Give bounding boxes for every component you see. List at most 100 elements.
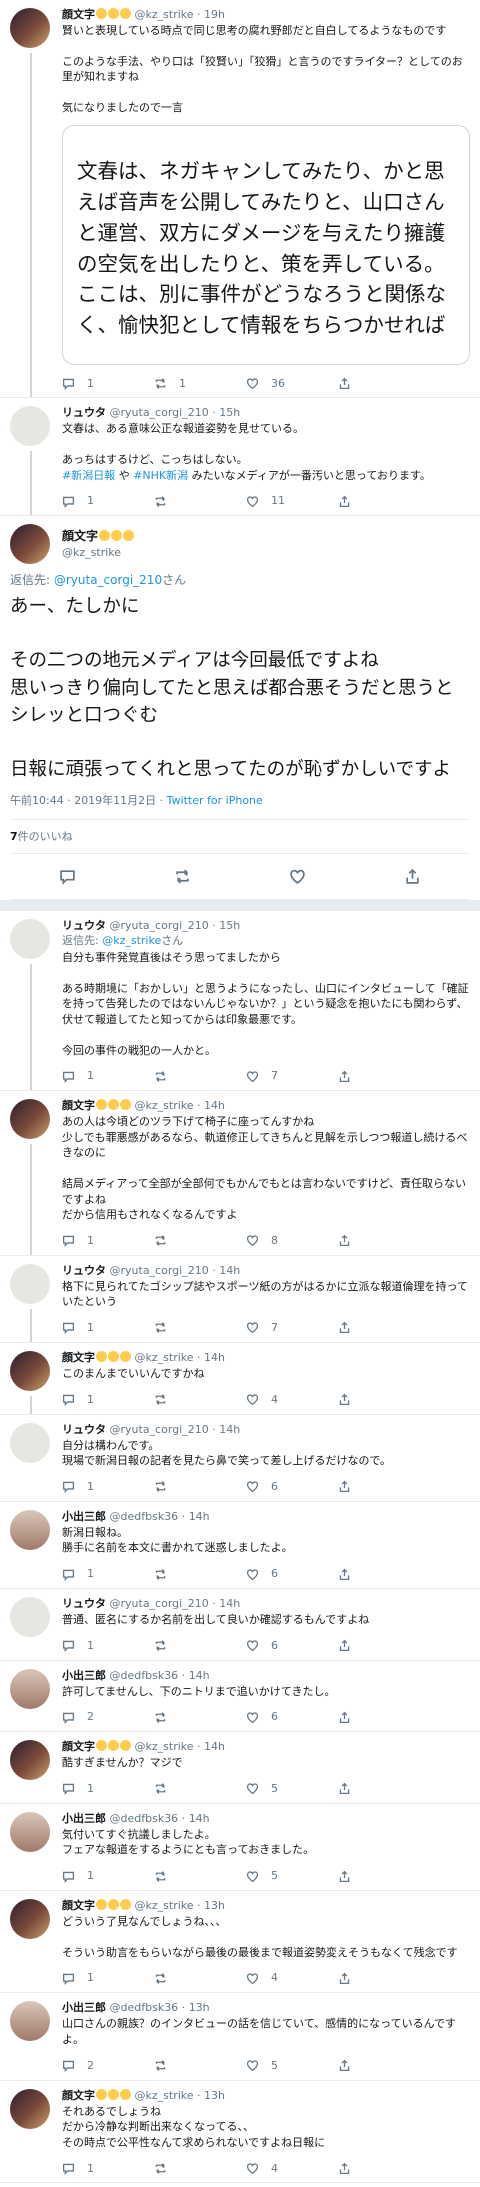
share-button[interactable] <box>338 377 430 390</box>
reply-tweet[interactable]: 小出三郎 @dedfbsk36 · 14h 気付いてすぐ抗議しましたよ。 フェアな報… <box>0 1804 480 1892</box>
reply-button[interactable]: 1 <box>62 1638 154 1654</box>
retweet-button[interactable] <box>154 1070 246 1083</box>
display-name[interactable]: リュウタ <box>62 919 106 932</box>
reply-button[interactable]: 1 <box>62 1320 154 1336</box>
avatar[interactable] <box>10 524 50 565</box>
avatar[interactable] <box>10 1668 50 1709</box>
retweet-button[interactable] <box>154 2162 246 2175</box>
reply-button[interactable]: 1 <box>62 1479 154 1495</box>
reply-tweet[interactable]: 小出三郎 @dedfbsk36 · 13h 山口さんの親族？のインタビューの話を信… <box>0 1993 480 2081</box>
avatar[interactable] <box>10 406 50 447</box>
retweet-button[interactable] <box>154 495 246 508</box>
timestamp[interactable]: 13h <box>204 1899 225 1912</box>
timestamp[interactable]: 14h <box>219 1264 240 1277</box>
retweet-button[interactable] <box>154 1711 246 1724</box>
retweet-button[interactable] <box>154 1321 246 1334</box>
display-name[interactable]: 小出三郎 <box>62 2001 106 2014</box>
like-button[interactable]: 5 <box>246 1781 338 1797</box>
share-button[interactable] <box>338 1639 430 1652</box>
like-button[interactable]: 4 <box>246 1392 338 1408</box>
retweet-button[interactable] <box>154 1870 246 1883</box>
handle[interactable]: @kz_strike <box>135 2089 194 2102</box>
avatar[interactable] <box>10 1509 50 1550</box>
display-name[interactable]: 小出三郎 <box>62 1812 106 1825</box>
reply-button[interactable]: 1 <box>62 1233 154 1249</box>
handle[interactable]: @ryuta_corgi_210 <box>110 1264 209 1277</box>
avatar[interactable] <box>10 1740 50 1781</box>
timestamp[interactable]: 14h <box>189 1812 210 1825</box>
timestamp[interactable]: 14h <box>219 1597 240 1610</box>
handle[interactable]: @ryuta_corgi_210 <box>110 1423 209 1436</box>
display-name[interactable]: リュウタ <box>62 406 106 419</box>
like-button[interactable]: 5 <box>246 2058 338 2074</box>
reply-button[interactable]: 1 <box>62 1868 154 1884</box>
share-button[interactable] <box>338 1711 430 1724</box>
handle[interactable]: @dedfbsk36 <box>110 1812 179 1825</box>
share-button[interactable] <box>338 1321 430 1334</box>
timestamp[interactable]: 14h <box>204 1099 225 1112</box>
like-button[interactable]: 6 <box>246 1479 338 1495</box>
display-name[interactable]: 顔文字 <box>62 8 95 21</box>
retweet-button[interactable] <box>154 1393 246 1406</box>
reply-button[interactable]: 1 <box>62 1970 154 1986</box>
display-name[interactable]: 顔文字 <box>62 1740 95 1753</box>
timestamp[interactable]: 13h <box>204 2089 225 2102</box>
tweet[interactable]: 顔文字 @kz_strike · 19h 賢いと表現している時点で同じ思考の腐れ… <box>0 0 480 399</box>
reply-tweet[interactable]: 顔文字 @kz_strike · 14h このまんまでいいんですかね 1 4 <box>0 1343 480 1415</box>
hashtag-link[interactable]: #新潟日報 <box>62 469 115 482</box>
avatar[interactable] <box>10 2001 50 2042</box>
display-name[interactable]: 顔文字 <box>62 524 470 545</box>
retweet-button[interactable] <box>154 2059 246 2072</box>
retweet-button[interactable] <box>154 1234 246 1247</box>
reply-button[interactable]: 1 <box>62 1068 154 1084</box>
like-button[interactable]: 4 <box>246 1970 338 1986</box>
reply-tweet[interactable]: 顔文字 @kz_strike · 13h どういう了見なんでしょうね、、、 そういう… <box>0 1891 480 1994</box>
timestamp[interactable]: 13h <box>189 2001 210 2014</box>
client-link[interactable]: Twitter for iPhone <box>167 794 263 807</box>
like-button[interactable]: 36 <box>246 376 338 392</box>
reply-tweet[interactable]: リュウタ @ryuta_corgi_210 · 14h 自分は構わんです。 現場で新… <box>0 1415 480 1502</box>
display-name[interactable]: 顔文字 <box>62 1899 95 1912</box>
retweet-button[interactable] <box>154 1782 246 1795</box>
display-name[interactable]: 顔文字 <box>62 1099 95 1112</box>
display-name[interactable]: 顔文字 <box>62 2089 95 2102</box>
handle[interactable]: @kz_strike <box>135 1899 194 1912</box>
quoted-tweet[interactable]: 文春は、ネガキャンしてみたり、かと思えば音声を公開してみたりと、山口さんと運営、… <box>62 125 470 366</box>
reply-button[interactable]: 1 <box>62 1566 154 1582</box>
retweet-button[interactable] <box>154 1568 246 1581</box>
avatar[interactable] <box>10 1099 50 1140</box>
share-button[interactable] <box>338 1480 430 1493</box>
reply-button[interactable]: 2 <box>62 1709 154 1725</box>
display-name[interactable]: 顔文字 <box>62 1351 95 1364</box>
reply-tweet[interactable]: リュウタ @ryuta_corgi_210 · 14h 普通、匿名にするか名前を出… <box>0 1589 480 1661</box>
like-button[interactable]: 4 <box>246 2161 338 2177</box>
avatar[interactable] <box>10 1350 50 1391</box>
hashtag-link[interactable]: #NHK新潟 <box>133 469 188 482</box>
like-button[interactable]: 7 <box>246 1068 338 1084</box>
avatar[interactable] <box>10 1811 50 1852</box>
reply-button[interactable]: 1 <box>62 1392 154 1408</box>
reply-tweet[interactable]: 顔文字 @kz_strike · 14h あの人は今頃どのツラ下げて椅子に座ってん… <box>0 1091 480 1256</box>
reply-button[interactable]: 1 <box>62 493 154 509</box>
like-button[interactable]: 8 <box>246 1233 338 1249</box>
avatar[interactable] <box>10 1597 50 1638</box>
display-name[interactable]: リュウタ <box>62 1264 106 1277</box>
share-button[interactable] <box>338 1070 430 1083</box>
handle[interactable]: @ryuta_corgi_210 <box>110 919 209 932</box>
handle[interactable]: @dedfbsk36 <box>110 1510 179 1523</box>
like-button[interactable]: 5 <box>246 1868 338 1884</box>
timestamp[interactable]: 14h <box>219 1423 240 1436</box>
display-name[interactable]: リュウタ <box>62 1597 106 1610</box>
timestamp[interactable]: 15h <box>219 406 240 419</box>
reply-tweet[interactable]: 顔文字 @kz_strike · 14h 酷すぎませんか？マジで 1 5 <box>0 1732 480 1804</box>
handle[interactable]: @dedfbsk36 <box>110 1669 179 1682</box>
avatar[interactable] <box>10 919 50 960</box>
timestamp[interactable]: 19h <box>204 8 225 21</box>
share-button[interactable] <box>338 2162 430 2175</box>
like-button[interactable]: 6 <box>246 1709 338 1725</box>
timestamp[interactable]: 14h <box>189 1510 210 1523</box>
handle[interactable]: @dedfbsk36 <box>110 2001 179 2014</box>
likes-count[interactable]: 7件のいいね <box>10 820 470 855</box>
display-name[interactable]: リュウタ <box>62 1423 106 1436</box>
retweet-button[interactable] <box>154 1972 246 1985</box>
